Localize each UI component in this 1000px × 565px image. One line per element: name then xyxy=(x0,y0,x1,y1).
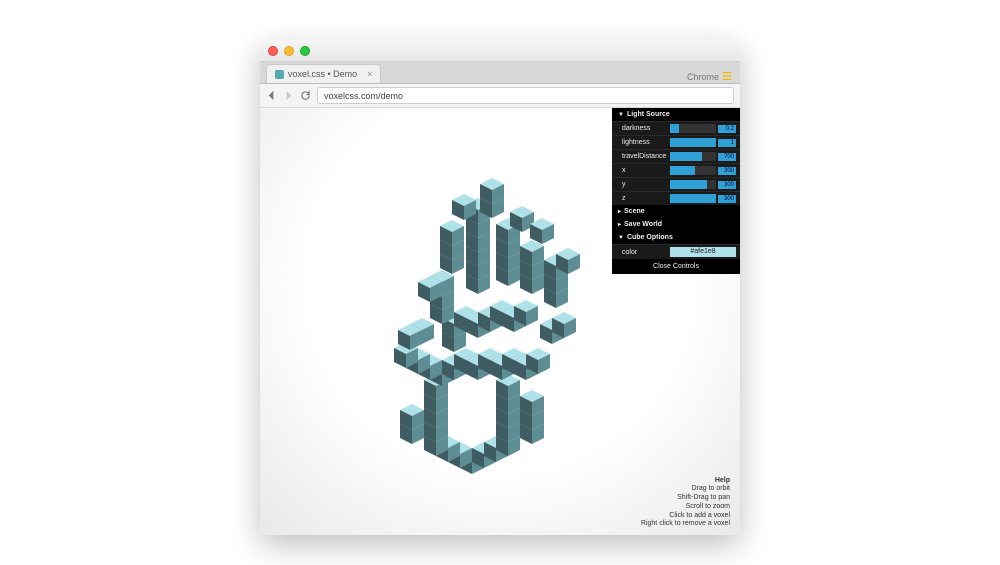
slider-y[interactable]: y 300 xyxy=(612,177,740,191)
browser-window: voxel.css • Demo × Chrome voxelcss.com/d… xyxy=(260,40,740,535)
tab-close-icon[interactable]: × xyxy=(367,69,372,79)
window-close-button[interactable] xyxy=(268,46,278,56)
voxel-sculpture[interactable]: .top{fill:#afe1e8} .left{fill:#3e5c61} .… xyxy=(370,148,630,478)
slider-darkness[interactable]: darkness 0.2 xyxy=(612,121,740,135)
help-line: Drag to orbit xyxy=(641,485,730,494)
address-bar: voxelcss.com/demo xyxy=(260,84,740,108)
tab-title: voxel.css • Demo xyxy=(288,69,357,79)
chevron-right-icon: ▸ xyxy=(618,221,621,228)
window-zoom-button[interactable] xyxy=(300,46,310,56)
browser-tabbar: voxel.css • Demo × Chrome xyxy=(260,62,740,84)
hamburger-icon[interactable] xyxy=(722,71,732,83)
demo-viewport[interactable]: .top{fill:#afe1e8} .left{fill:#3e5c61} .… xyxy=(260,108,740,535)
help-panel: Help Drag to orbit Shift-Drag to pan Scr… xyxy=(641,477,730,530)
color-swatch[interactable]: #afe1e8 xyxy=(670,247,736,257)
chevron-down-icon: ▼ xyxy=(618,112,624,118)
slider-x[interactable]: x 300 xyxy=(612,163,740,177)
slider-traveldistance[interactable]: travelDistance 700 xyxy=(612,149,740,163)
slider-track[interactable] xyxy=(670,124,716,133)
browser-name-label: Chrome xyxy=(687,71,740,83)
help-line: Click to add a voxel xyxy=(641,512,730,521)
chevron-down-icon: ▼ xyxy=(618,235,624,241)
url-text: voxelcss.com/demo xyxy=(324,91,403,101)
reload-button[interactable] xyxy=(300,90,311,101)
nav-forward-button[interactable] xyxy=(283,90,294,101)
section-cube-options[interactable]: ▼ Cube Options xyxy=(612,231,740,244)
nav-back-button[interactable] xyxy=(266,90,277,101)
window-titlebar xyxy=(260,40,740,62)
help-heading: Help xyxy=(641,477,730,486)
url-input[interactable]: voxelcss.com/demo xyxy=(317,87,734,104)
section-light-source[interactable]: ▼ Light Source xyxy=(612,108,740,121)
section-scene[interactable]: ▸ Scene xyxy=(612,205,740,218)
window-minimize-button[interactable] xyxy=(284,46,294,56)
color-row[interactable]: color #afe1e8 xyxy=(612,244,740,259)
favicon-icon xyxy=(275,70,284,79)
section-save-world[interactable]: ▸ Save World xyxy=(612,218,740,231)
chevron-right-icon: ▸ xyxy=(618,208,621,215)
slider-z[interactable]: z 300 xyxy=(612,191,740,205)
help-line: Shift-Drag to pan xyxy=(641,494,730,503)
help-line: Scroll to zoom xyxy=(641,503,730,512)
help-line: Right click to remove a voxel xyxy=(641,520,730,529)
slider-lightness[interactable]: lightness 1 xyxy=(612,135,740,149)
control-panel: ▼ Light Source darkness 0.2 lightness 1 … xyxy=(612,108,740,274)
browser-tab[interactable]: voxel.css • Demo × xyxy=(266,64,381,83)
close-controls-button[interactable]: Close Controls xyxy=(612,259,740,274)
